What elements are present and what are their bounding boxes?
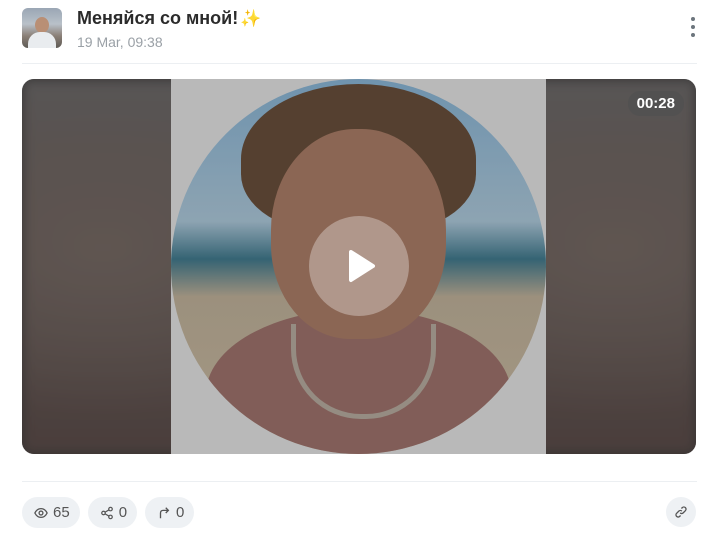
post-header: Меняйся со мной! ✨ 19 Mar, 09:38 [22, 8, 705, 50]
video-duration-badge: 00:28 [627, 91, 684, 116]
post-title[interactable]: Меняйся со мной! ✨ [77, 8, 261, 29]
play-icon [349, 250, 375, 282]
views-counter[interactable]: 65 [22, 497, 80, 528]
post-date: 19 Mar, 09:38 [77, 34, 163, 50]
views-count: 65 [53, 504, 70, 521]
more-vertical-icon[interactable] [689, 17, 697, 41]
menu-dot [691, 33, 695, 37]
reposts-counter[interactable]: 0 [145, 497, 195, 528]
video-player[interactable]: 00:28 [22, 79, 696, 454]
menu-dot [691, 17, 695, 21]
avatar-head [35, 17, 49, 33]
shares-counter[interactable]: 0 [87, 497, 138, 528]
link-icon [675, 506, 687, 518]
sparkle-emoji: ✨ [240, 9, 262, 28]
shares-count: 0 [118, 504, 128, 521]
post-stats: 65 0 0 [22, 497, 195, 528]
divider [22, 481, 697, 482]
repost-arrow-icon [159, 506, 170, 518]
copy-link-button[interactable] [666, 497, 696, 527]
play-button[interactable] [309, 216, 409, 316]
reposts-count: 0 [176, 504, 185, 521]
menu-dot [691, 25, 695, 29]
post-title-text: Меняйся со мной! [77, 8, 239, 28]
avatar[interactable] [22, 8, 62, 48]
divider [22, 63, 697, 64]
share-icon [100, 506, 113, 519]
avatar-shirt [28, 32, 56, 48]
eye-icon [34, 507, 48, 518]
